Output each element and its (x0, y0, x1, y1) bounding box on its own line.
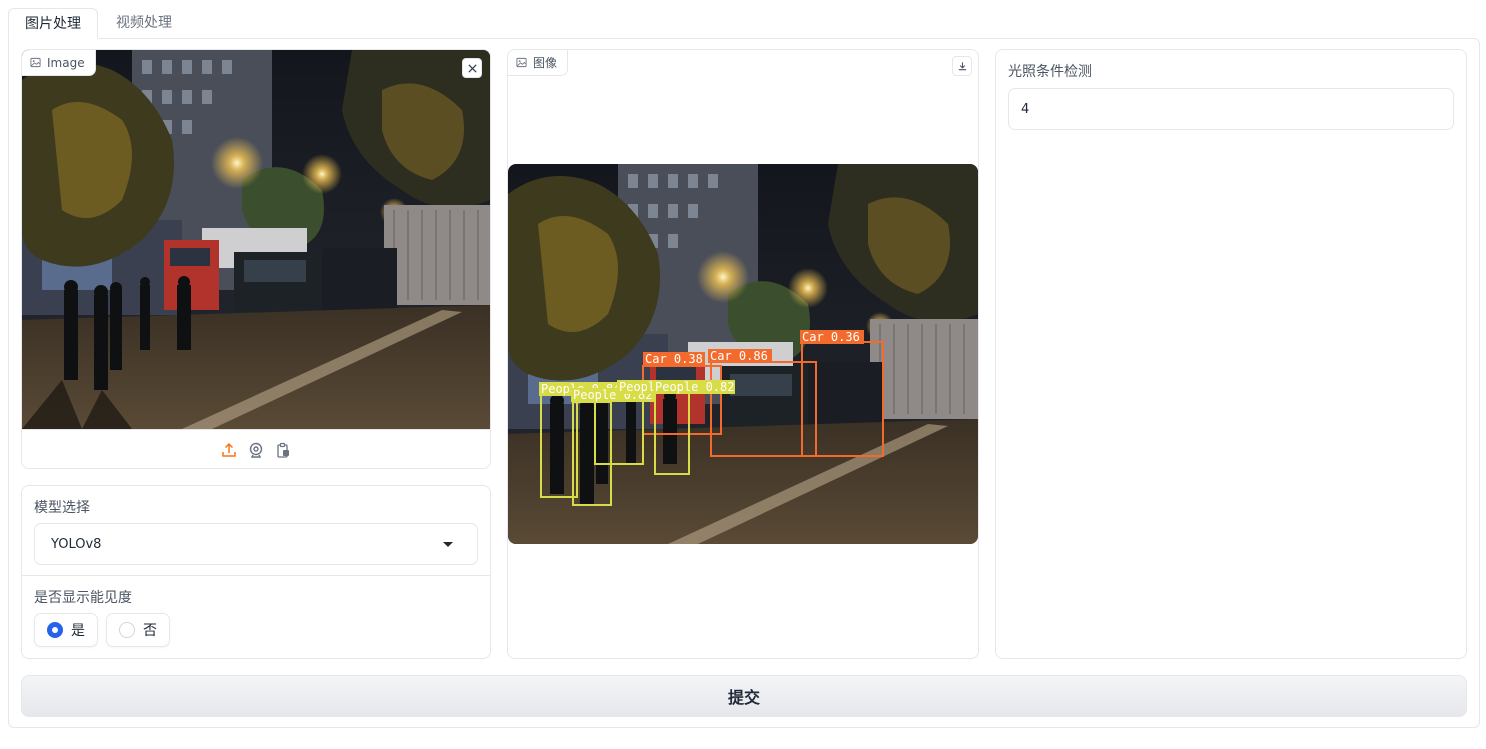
submit-button[interactable]: 提交 (21, 675, 1467, 717)
clear-image-button[interactable] (462, 58, 482, 78)
model-dropdown-value: YOLOv8 (51, 536, 102, 552)
lighting-panel: 光照条件检测 4 (995, 49, 1467, 659)
output-image-panel: 图像 Car 0.38 Car 0.86 Car 0.36 People Peo… (507, 49, 979, 659)
source-toolbar (22, 429, 490, 468)
upload-icon (222, 442, 236, 457)
tab-image-processing[interactable]: 图片处理 (8, 8, 98, 39)
input-image-panel: Image (21, 49, 491, 469)
model-select-label: 模型选择 (34, 500, 90, 516)
input-image-label: Image (47, 55, 85, 70)
detection-label: Car 0.36 (802, 330, 860, 344)
lighting-label: 光照条件检测 (1008, 64, 1092, 80)
output-image-label: 图像 (533, 56, 558, 70)
radio-no-label: 否 (143, 623, 157, 639)
webcam-icon (249, 442, 263, 458)
upload-button[interactable] (220, 441, 238, 459)
divider (22, 575, 490, 576)
output-image-badge: 图像 (508, 50, 569, 76)
close-icon (467, 63, 477, 73)
radio-yes-label: 是 (71, 623, 85, 639)
input-image (22, 50, 490, 429)
download-button[interactable] (952, 56, 972, 76)
webcam-button[interactable] (247, 441, 265, 459)
image-icon (30, 57, 41, 68)
model-dropdown[interactable]: YOLOv8 (34, 523, 478, 565)
image-icon (516, 57, 527, 68)
output-image: Car 0.38 Car 0.86 Car 0.36 People 0.84 P… (508, 164, 978, 544)
caret-down-icon (443, 542, 453, 547)
detection-label: Car 0.38 (645, 352, 703, 366)
clipboard-button[interactable] (274, 441, 292, 459)
tab-bar: 图片处理 视频处理 (8, 8, 1480, 39)
tab-video-processing[interactable]: 视频处理 (100, 8, 188, 39)
input-image-badge: Image (22, 50, 96, 76)
clipboard-icon (277, 442, 289, 458)
lighting-output[interactable]: 4 (1008, 88, 1454, 130)
visibility-label: 是否显示能见度 (34, 590, 132, 606)
radio-yes[interactable]: 是 (34, 613, 98, 647)
detection-label: Car 0.86 (710, 349, 768, 363)
options-panel: 模型选择 YOLOv8 是否显示能见度 是 否 (21, 485, 491, 659)
radio-unchecked-icon (119, 622, 135, 638)
radio-checked-icon (47, 622, 63, 638)
radio-no[interactable]: 否 (106, 613, 170, 647)
download-icon (958, 61, 966, 70)
detection-label: People 0.82 (655, 380, 734, 394)
